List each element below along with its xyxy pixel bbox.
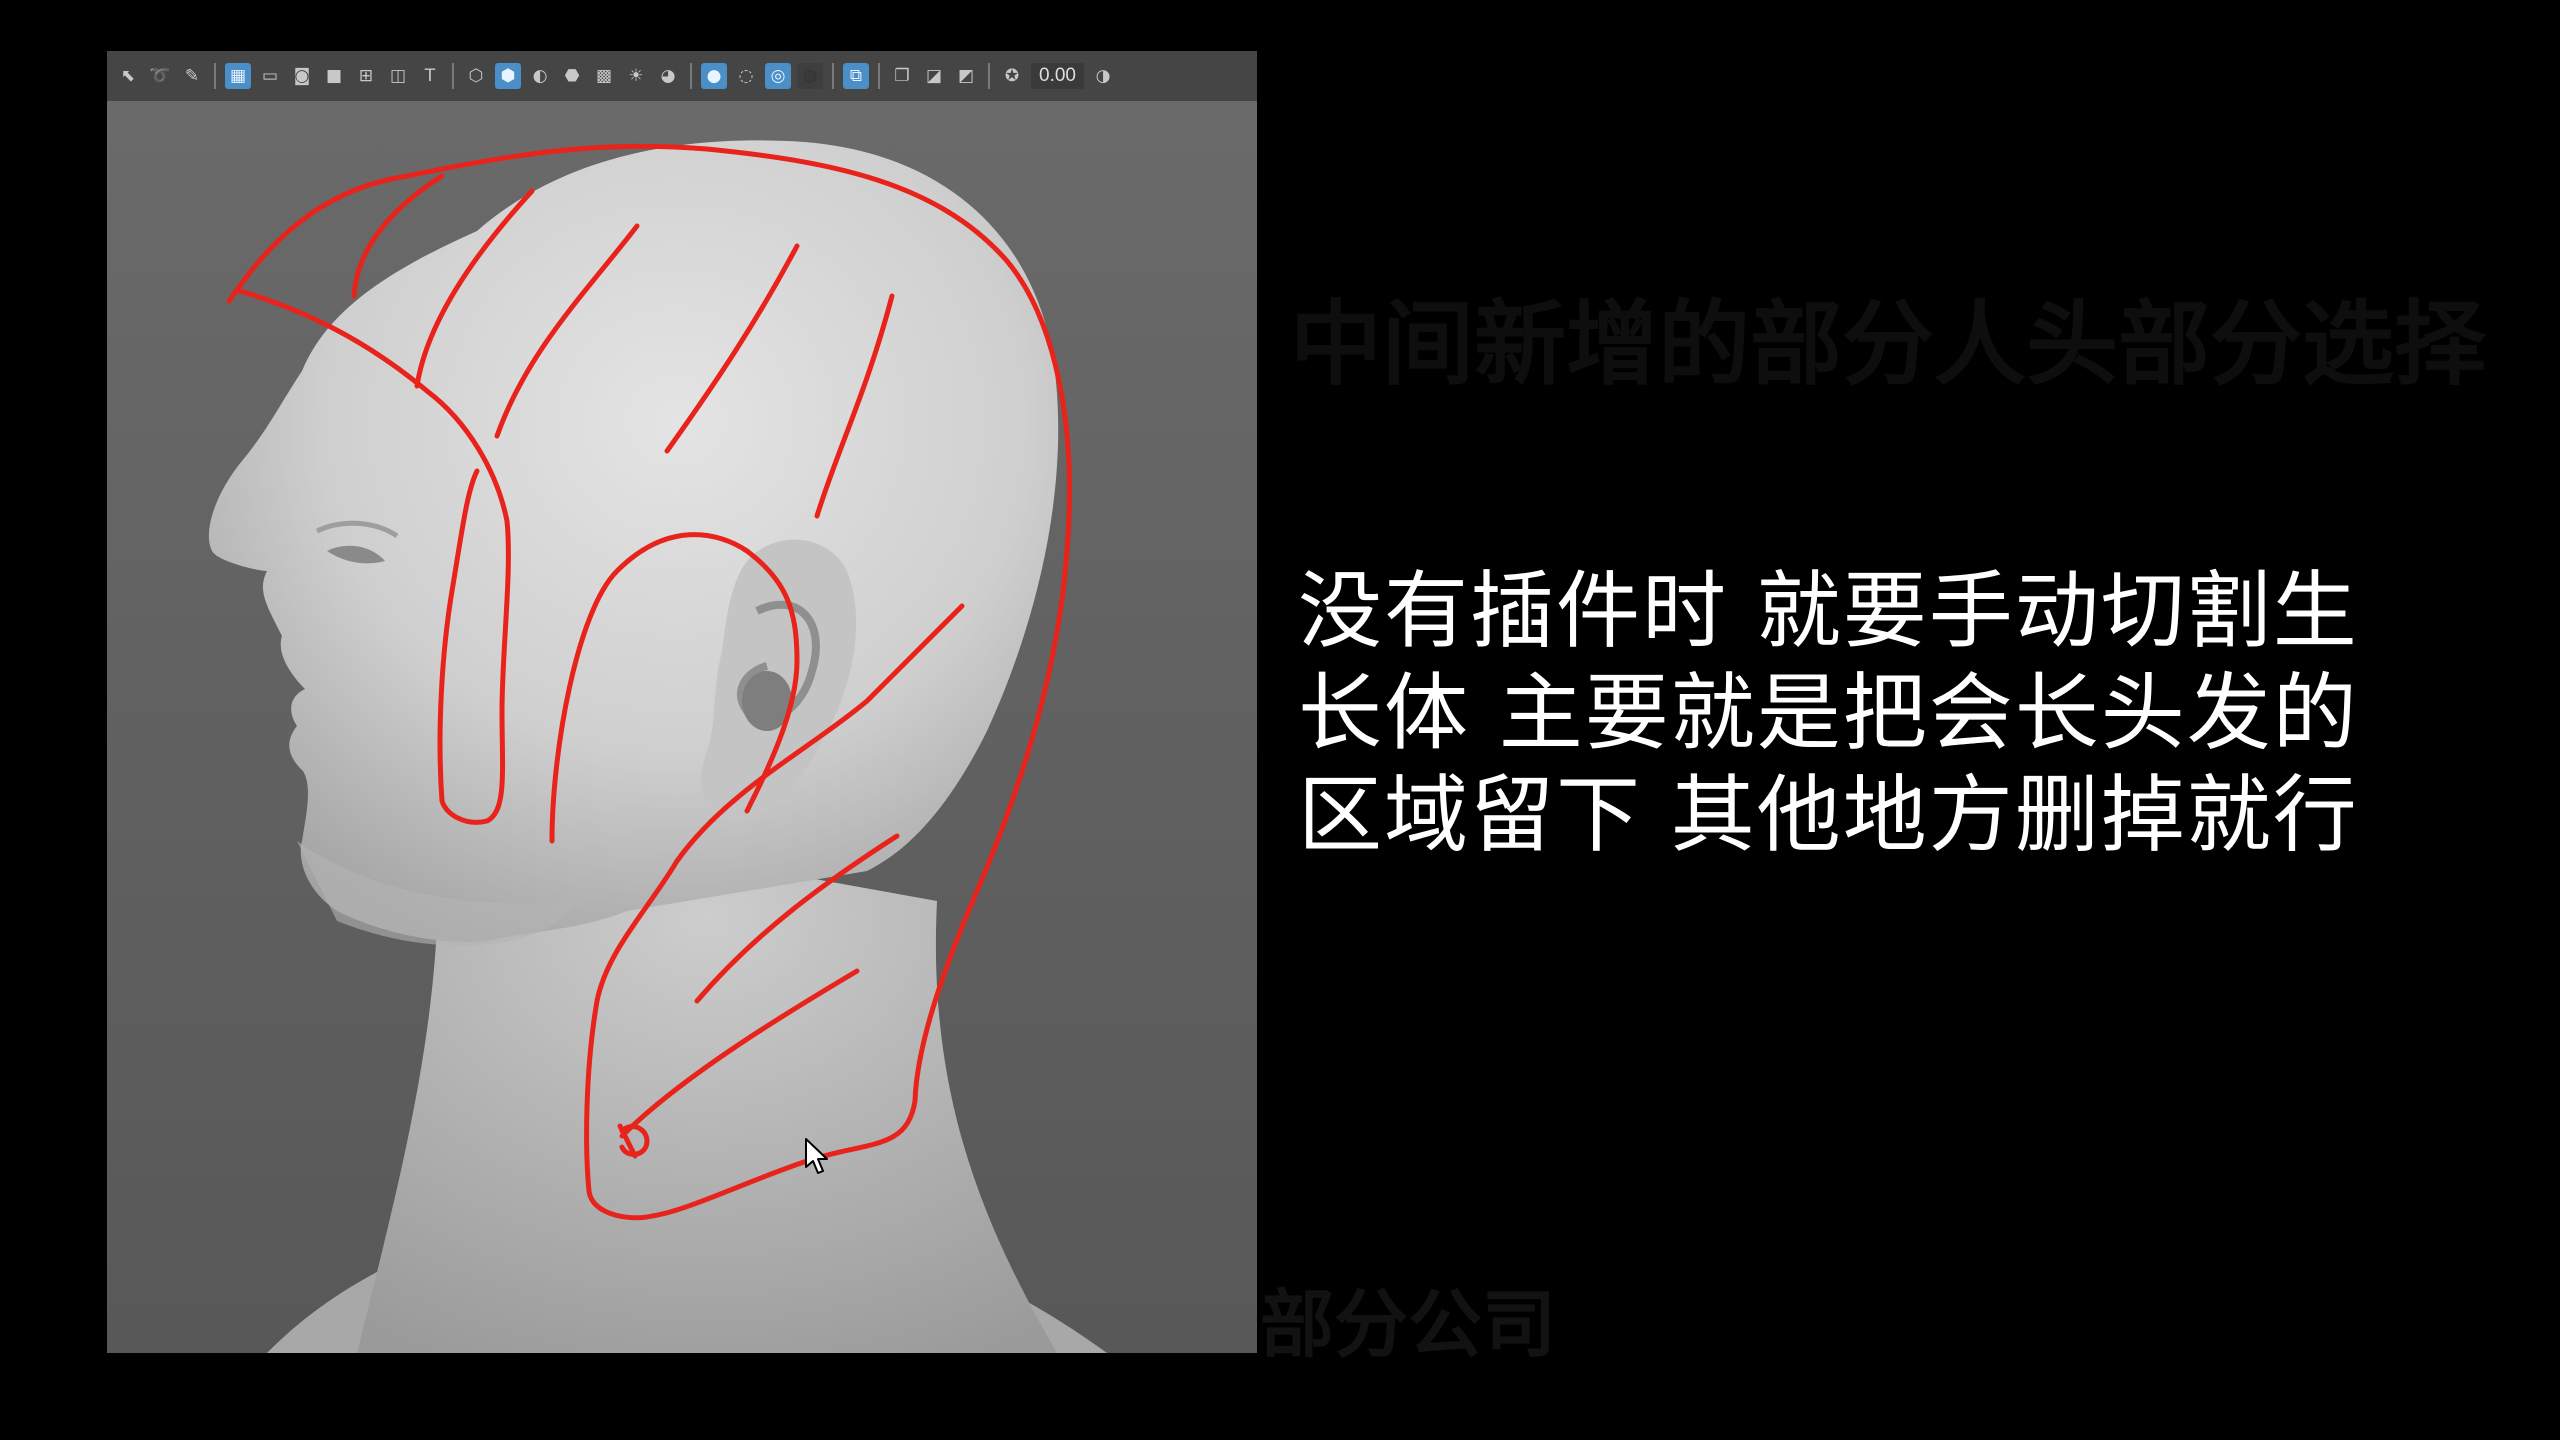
subtitle-line: 长体 主要就是把会长头发的 xyxy=(1298,664,2359,762)
maya-viewport[interactable]: ⬉➰✎▦▭◙■⊞◫T⬡⬢◐⬣▩☀◕●◌◎◍⧉❐◪◩✪0.00◑ 0 0 0 0 … xyxy=(107,51,1257,1353)
mouse-cursor-icon xyxy=(805,1138,828,1174)
faint-background-caption: 部分公司 xyxy=(1260,1282,1556,1368)
faint-background-caption: 中间新增的部分人头部分选择 xyxy=(1290,291,2487,398)
subtitle-line: 区域留下 其他地方删掉就行 xyxy=(1298,766,2359,864)
head-model-render xyxy=(107,101,1257,1353)
subtitle-line: 没有插件时 就要手动切割生 xyxy=(1298,562,2359,660)
subtitle-caption: 没有插件时 就要手动切割生 长体 主要就是把会长头发的 区域留下 其他地方删掉就… xyxy=(1298,560,2438,866)
